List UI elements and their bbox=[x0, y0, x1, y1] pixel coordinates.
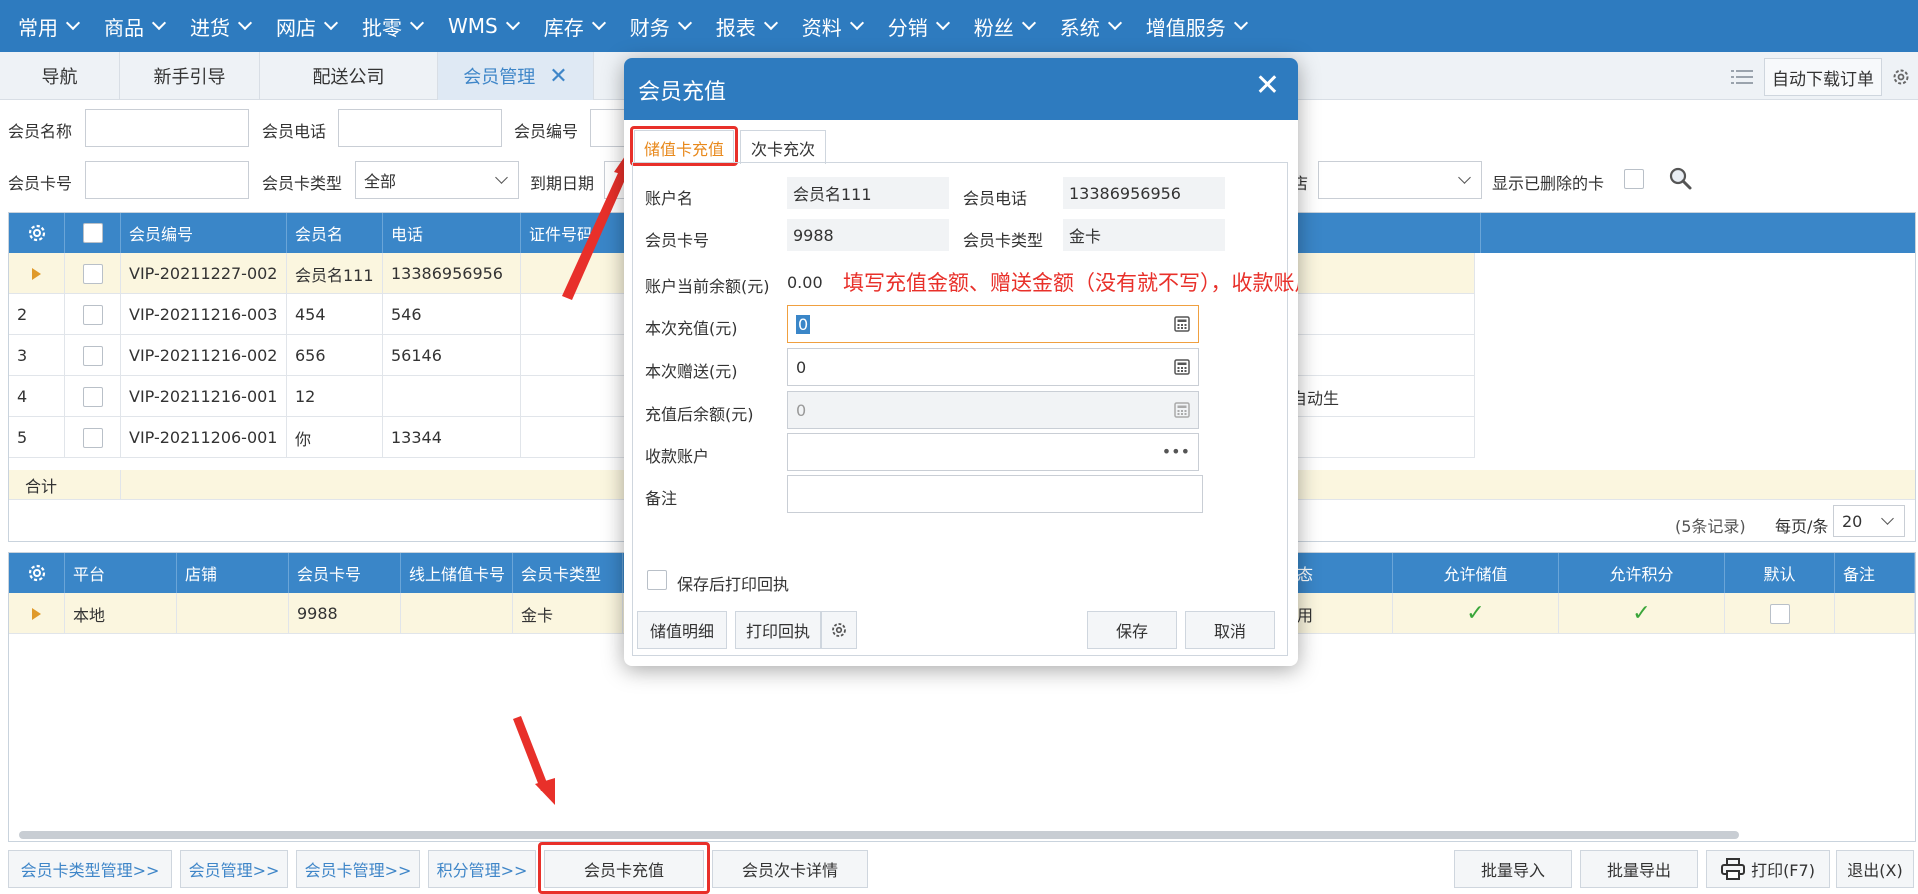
annotation-arrow-down bbox=[513, 716, 549, 791]
card-no-value: 9988 bbox=[787, 219, 949, 251]
account-name-value: 会员名111 bbox=[787, 177, 949, 209]
dialog-body: 账户名 会员名111 会员电话 13386956956 会员卡号 9988 会员… bbox=[632, 162, 1298, 656]
phone-value: 13386956956 bbox=[1063, 177, 1225, 209]
card-type-label: 会员卡类型 bbox=[963, 231, 1044, 250]
dialog-header: 会员充值 ✕ bbox=[624, 58, 1298, 120]
balance-label: 账户当前余额(元) bbox=[645, 277, 770, 296]
print-receipt-button[interactable]: 打印回执 bbox=[735, 611, 821, 649]
annotation-text: 填写充值金额、赠送金额（没有就不写），收款账户，点击“保存” bbox=[843, 271, 1298, 295]
annotation-arrow-up bbox=[562, 162, 631, 300]
recharge-amount-input[interactable]: 0 bbox=[787, 305, 1199, 343]
calculator-icon[interactable] bbox=[1174, 316, 1190, 336]
after-balance-label: 充值后余额(元) bbox=[645, 405, 754, 424]
dialog-title: 会员充值 bbox=[638, 80, 727, 105]
member-recharge-dialog: 会员充值 ✕ 储值卡充值 次卡充次 账户名 会员名111 会员电话 133869… bbox=[624, 58, 1298, 666]
calculator-icon[interactable] bbox=[1174, 359, 1190, 379]
account-name-label: 账户名 bbox=[645, 189, 694, 208]
tab-times-card-recharge[interactable]: 次卡充次 bbox=[740, 130, 826, 164]
calculator-icon bbox=[1174, 402, 1190, 422]
save-button[interactable]: 保存 bbox=[1087, 611, 1177, 649]
gear-icon[interactable] bbox=[821, 611, 857, 649]
cancel-button[interactable]: 取消 bbox=[1185, 611, 1275, 649]
more-icon[interactable]: ••• bbox=[1162, 442, 1190, 461]
phone-label: 会员电话 bbox=[963, 189, 1028, 208]
card-no-label: 会员卡号 bbox=[645, 231, 710, 250]
gift-amount-label: 本次赠送(元) bbox=[645, 362, 738, 381]
print-after-save-label: 保存后打印回执 bbox=[677, 575, 790, 594]
remark-label: 备注 bbox=[645, 489, 678, 508]
close-icon[interactable]: ✕ bbox=[1255, 68, 1280, 103]
balance-value: 0.00 bbox=[787, 273, 823, 292]
annotation-highlight-box bbox=[630, 126, 738, 166]
print-after-save-checkbox[interactable] bbox=[647, 570, 667, 590]
remark-input[interactable] bbox=[787, 475, 1203, 513]
after-balance-input: 0 bbox=[787, 391, 1199, 429]
gift-amount-input[interactable]: 0 bbox=[787, 348, 1199, 386]
card-type-value: 金卡 bbox=[1063, 219, 1225, 251]
receiving-account-label: 收款账户 bbox=[645, 447, 710, 466]
recharge-amount-label: 本次充值(元) bbox=[645, 319, 738, 338]
stored-detail-button[interactable]: 储值明细 bbox=[637, 611, 727, 649]
receiving-account-input[interactable]: ••• bbox=[787, 433, 1199, 471]
